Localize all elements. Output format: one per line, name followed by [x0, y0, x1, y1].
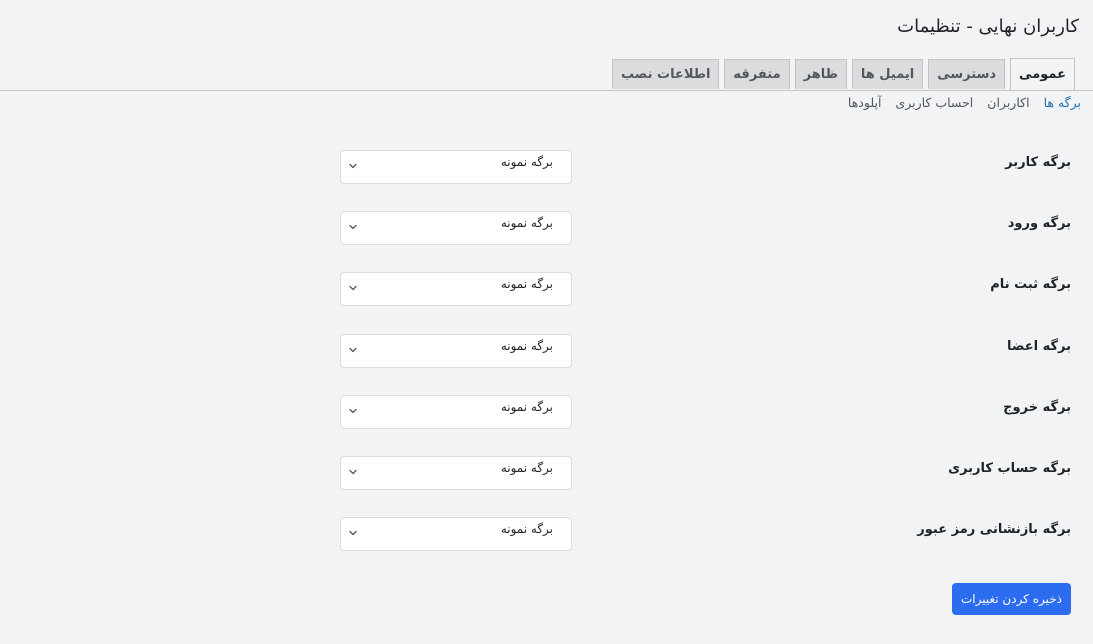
tab-general[interactable]: عمومی: [1010, 58, 1075, 90]
chevron-down-icon: [349, 347, 357, 353]
password-reset-page-select[interactable]: برگه نمونه: [340, 517, 572, 551]
select-value: برگه نمونه: [500, 277, 553, 291]
select-value: برگه نمونه: [500, 522, 553, 536]
settings-tabs: عمومی دسترسی ایمیل ها ظاهر متفرقه اطلاعا…: [612, 58, 1075, 90]
save-changes-button[interactable]: ذخیره کردن تغییرات: [952, 583, 1071, 615]
tabs-divider: [0, 90, 1093, 91]
subnav: برگه ها اکاربران احساب کاربری آپلودها: [848, 95, 1081, 110]
members-page-select[interactable]: برگه نمونه: [340, 334, 572, 368]
field-label: برگه ورود: [1007, 216, 1071, 231]
subnav-item-users[interactable]: اکاربران: [987, 95, 1029, 110]
select-value: برگه نمونه: [500, 339, 553, 353]
logout-page-select[interactable]: برگه نمونه: [340, 395, 572, 429]
chevron-down-icon: [349, 530, 357, 536]
chevron-down-icon: [349, 469, 357, 475]
select-value: برگه نمونه: [500, 400, 553, 414]
login-page-select[interactable]: برگه نمونه: [340, 211, 572, 245]
select-value: برگه نمونه: [500, 155, 553, 169]
field-label: برگه بازنشانی رمز عبور: [917, 522, 1071, 537]
subnav-item-account[interactable]: احساب کاربری: [895, 95, 973, 110]
field-label: برگه ثبت نام: [990, 277, 1071, 292]
account-page-select[interactable]: برگه نمونه: [340, 456, 572, 490]
chevron-down-icon: [349, 224, 357, 230]
tab-emails[interactable]: ایمیل ها: [851, 59, 924, 89]
page-title: کاربران نهایی - تنظیمات: [897, 16, 1079, 37]
field-row-password-reset-page: برگه بازنشانی رمز عبور برگه نمونه: [340, 517, 1071, 551]
field-label: برگه کاربر: [1005, 155, 1071, 170]
select-value: برگه نمونه: [500, 216, 553, 230]
tab-access[interactable]: دسترسی: [928, 59, 1006, 89]
tab-appearance[interactable]: ظاهر: [794, 59, 847, 89]
subnav-item-pages[interactable]: برگه ها: [1044, 95, 1081, 110]
chevron-down-icon: [349, 285, 357, 291]
field-row-account-page: برگه حساب کاربری برگه نمونه: [340, 456, 1071, 490]
field-label: برگه حساب کاربری: [948, 461, 1071, 476]
user-page-select[interactable]: برگه نمونه: [340, 150, 572, 184]
field-row-logout-page: برگه خروج برگه نمونه: [340, 395, 1071, 429]
field-label: برگه اعضا: [1007, 339, 1071, 354]
register-page-select[interactable]: برگه نمونه: [340, 272, 572, 306]
field-label: برگه خروج: [1003, 400, 1071, 415]
chevron-down-icon: [349, 163, 357, 169]
chevron-down-icon: [349, 408, 357, 414]
field-row-user-page: برگه کاربر برگه نمونه: [340, 150, 1071, 184]
select-value: برگه نمونه: [500, 461, 553, 475]
field-row-members-page: برگه اعضا برگه نمونه: [340, 334, 1071, 368]
field-row-login-page: برگه ورود برگه نمونه: [340, 211, 1071, 245]
tab-install-info[interactable]: اطلاعات نصب: [612, 59, 720, 89]
field-row-register-page: برگه ثبت نام برگه نمونه: [340, 272, 1071, 306]
subnav-item-uploads[interactable]: آپلودها: [848, 95, 882, 110]
settings-page: کاربران نهایی - تنظیمات عمومی دسترسی ایم…: [0, 0, 1093, 644]
tab-misc[interactable]: متفرقه: [724, 59, 790, 89]
